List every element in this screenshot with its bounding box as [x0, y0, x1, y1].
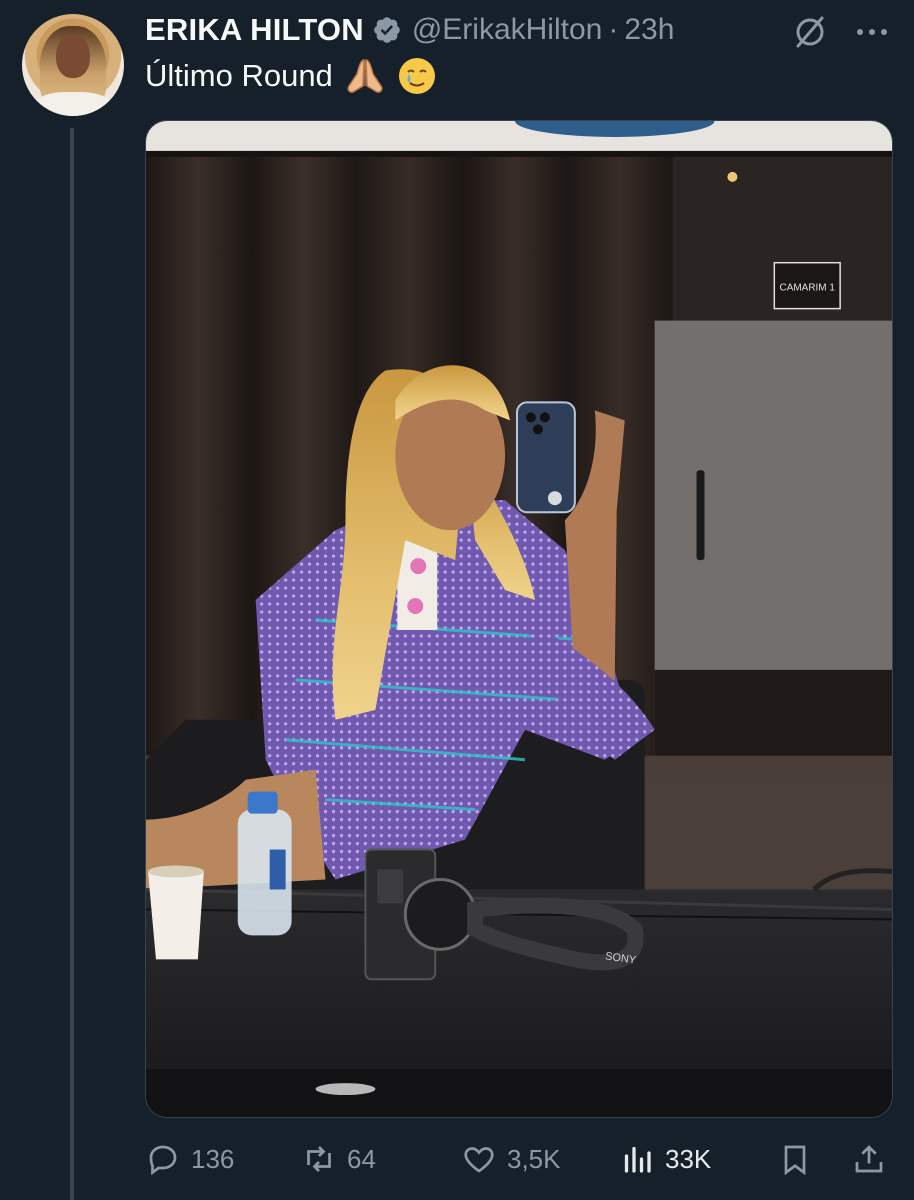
views-count: 33K — [665, 1143, 712, 1174]
reply-count: 136 — [191, 1143, 235, 1174]
reply-button[interactable]: 136 — [145, 1136, 234, 1182]
folded-hands-icon — [347, 59, 383, 93]
share-button[interactable] — [851, 1136, 887, 1182]
tweet[interactable]: ERIKA HILTON @ErikakHilton · 23h Último … — [0, 0, 914, 1200]
thread-line — [70, 128, 74, 1200]
separator-dot: · — [608, 13, 619, 46]
tweet-header: ERIKA HILTON @ErikakHilton · 23h — [145, 12, 674, 48]
author-handle[interactable]: @ErikakHilton — [412, 13, 603, 47]
views-icon — [624, 1146, 651, 1173]
tweet-text: Último Round — [145, 56, 437, 96]
photo-illustration: CAMARIM 1 SONY — [146, 121, 892, 1117]
tweet-actions: 136 64 3,5K 33K — [145, 1136, 893, 1182]
tweet-photo[interactable]: CAMARIM 1 SONY — [145, 120, 893, 1118]
face-holding-back-tears-icon — [398, 58, 435, 94]
reply-icon — [149, 1145, 177, 1176]
verified-icon — [374, 17, 400, 43]
share-icon — [855, 1145, 883, 1173]
retweet-count: 64 — [347, 1143, 376, 1174]
grok-icon[interactable] — [790, 12, 830, 52]
like-count: 3,5K — [507, 1143, 561, 1174]
more-icon[interactable] — [852, 14, 892, 50]
bookmark-icon — [784, 1145, 806, 1176]
retweet-button[interactable]: 64 — [301, 1136, 376, 1182]
retweet-icon — [307, 1146, 331, 1172]
like-button[interactable]: 3,5K — [461, 1136, 561, 1182]
tweet-text-content: Último Round — [145, 58, 333, 93]
like-icon — [464, 1147, 494, 1173]
timestamp[interactable]: 23h — [624, 13, 674, 47]
bookmark-button[interactable] — [777, 1136, 813, 1182]
sign-text: CAMARIM 1 — [780, 283, 836, 294]
author-name[interactable]: ERIKA HILTON — [145, 12, 364, 48]
avatar[interactable] — [22, 14, 124, 116]
views-button[interactable]: 33K — [619, 1136, 711, 1182]
